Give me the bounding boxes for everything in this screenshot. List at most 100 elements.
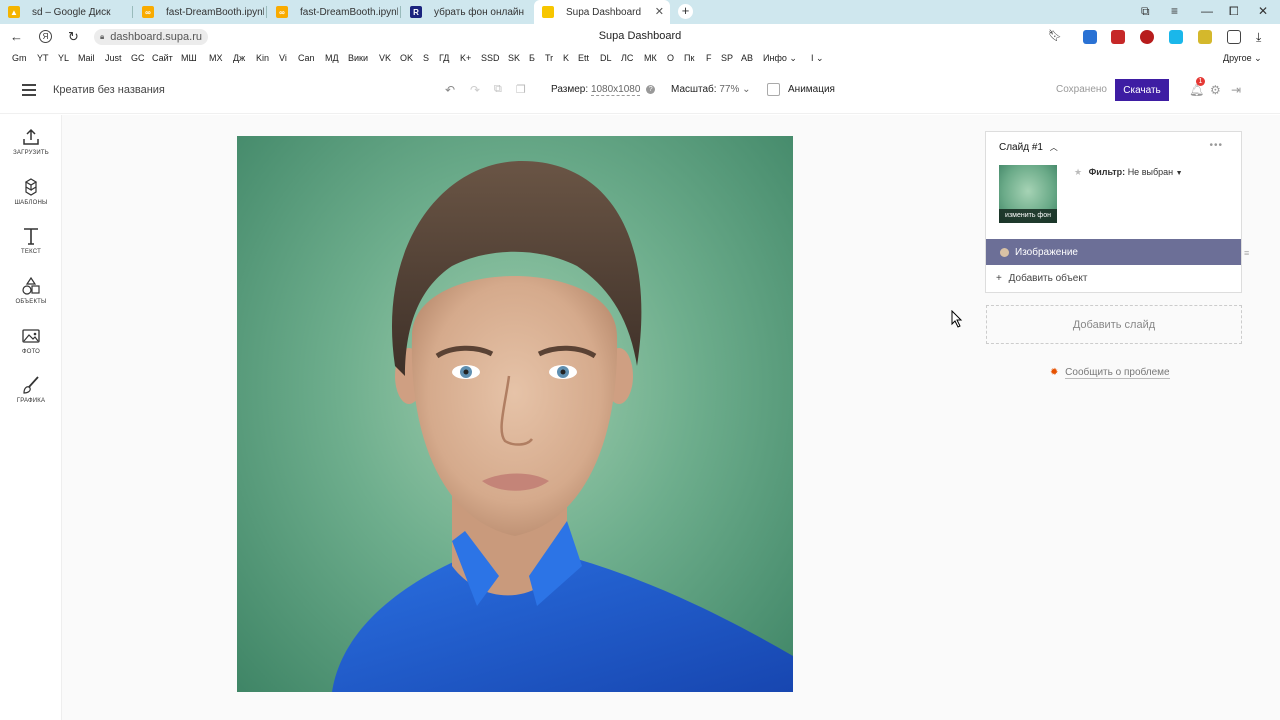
- minimize-icon[interactable]: —: [1201, 4, 1213, 18]
- bookmark-item[interactable]: S: [423, 53, 429, 63]
- bookmark-item[interactable]: Дж: [233, 53, 245, 63]
- add-object-button[interactable]: + Добавить объект: [996, 273, 1087, 284]
- browser-tab-google-drive[interactable]: ▲ sd – Google Диск: [0, 0, 132, 24]
- hamburger-menu-icon[interactable]: [22, 84, 36, 96]
- chevron-up-icon[interactable]: ︿: [1050, 143, 1058, 152]
- bookmark-item[interactable]: YL: [58, 53, 69, 63]
- bookmark-item[interactable]: Just: [105, 53, 122, 63]
- layer-row-image[interactable]: Изображение: [986, 239, 1241, 265]
- bookmark-item[interactable]: Kin: [256, 53, 269, 63]
- bookmark-item[interactable]: МК: [644, 53, 657, 63]
- window-close-icon[interactable]: ✕: [1258, 4, 1268, 18]
- more-options-icon[interactable]: •••: [1209, 140, 1223, 151]
- bookmark-item[interactable]: Tr: [545, 53, 553, 63]
- bookmark-item[interactable]: Vi: [279, 53, 287, 63]
- google-drive-icon: ▲: [8, 6, 20, 18]
- sidebar-item-text[interactable]: ТЕКСТ: [0, 226, 62, 255]
- back-arrow-icon[interactable]: ←: [10, 29, 23, 44]
- yandex-icon[interactable]: Я: [39, 30, 52, 43]
- bookmark-item[interactable]: YT: [37, 53, 49, 63]
- canvas-artboard[interactable]: [237, 136, 793, 692]
- bookmark-item[interactable]: SP: [721, 53, 733, 63]
- tools-sidebar: ЗАГРУЗИТЬ ШАБЛОНЫ ТЕКСТ ОБЪЕКТЫ ФОТО ГРА…: [0, 115, 62, 720]
- bookmark-item[interactable]: DL: [600, 53, 612, 63]
- bookmark-item[interactable]: GC: [131, 53, 145, 63]
- bookmark-item[interactable]: ЛС: [621, 53, 633, 63]
- downloads-icon[interactable]: ⤓: [1256, 30, 1270, 44]
- collections-icon[interactable]: ⧉: [1141, 4, 1150, 19]
- filter-select[interactable]: ★ Фильтр: Не выбран ▼: [1074, 167, 1183, 178]
- extensions-icon[interactable]: [1227, 30, 1241, 44]
- ublock-icon[interactable]: [1140, 30, 1154, 44]
- redo-icon[interactable]: ↷: [470, 83, 480, 97]
- animation-checkbox[interactable]: [767, 83, 780, 96]
- bookmark-item[interactable]: Инфо ⌄: [763, 53, 797, 64]
- reload-icon[interactable]: ↻: [68, 29, 79, 45]
- bookmark-item[interactable]: K: [563, 53, 569, 63]
- browser-tab-colab-2[interactable]: ∞ fast-DreamBooth.ipynb - C: [268, 0, 398, 24]
- extension-icon[interactable]: [1083, 30, 1097, 44]
- extension-icon[interactable]: [1111, 30, 1125, 44]
- bookmark-item[interactable]: Пк: [684, 53, 694, 63]
- bookmark-item[interactable]: Gm: [12, 53, 27, 63]
- canvas-size[interactable]: Размер: 1080x1080 ?: [551, 84, 656, 96]
- bookmark-item[interactable]: Mail: [78, 53, 95, 63]
- browser-tab-supa[interactable]: Supa Dashboard ✕: [534, 0, 670, 24]
- sidebar-item-photo[interactable]: ФОТО: [0, 326, 62, 355]
- undo-icon[interactable]: ↶: [445, 83, 455, 97]
- bookmark-item[interactable]: F: [706, 53, 712, 63]
- url-field[interactable]: 🔒︎ dashboard.supa.ru: [94, 29, 208, 45]
- tab-label: fast-DreamBooth.ipynb - C: [166, 6, 264, 18]
- bookmark-item[interactable]: SK: [508, 53, 520, 63]
- change-background-button[interactable]: изменить фон: [999, 209, 1057, 223]
- slide-thumbnail[interactable]: изменить фон: [999, 165, 1057, 223]
- bookmark-item[interactable]: ГД: [439, 53, 449, 63]
- paste-icon[interactable]: ❐: [516, 83, 526, 96]
- vimeo-icon[interactable]: [1169, 30, 1183, 44]
- bookmark-item[interactable]: МШ: [181, 53, 197, 63]
- bookmark-item[interactable]: OK: [400, 53, 413, 63]
- bookmark-item[interactable]: K+: [460, 53, 471, 63]
- bookmark-item[interactable]: Ett: [578, 53, 589, 63]
- browser-tab-colab-1[interactable]: ∞ fast-DreamBooth.ipynb - C: [134, 0, 264, 24]
- gear-icon[interactable]: ⚙: [1210, 83, 1221, 97]
- sidebar-item-objects[interactable]: ОБЪЕКТЫ: [0, 276, 62, 305]
- other-bookmarks[interactable]: Другое ⌄: [1223, 53, 1262, 64]
- logout-icon[interactable]: ⇥: [1231, 83, 1241, 97]
- bookmark-item[interactable]: I ⌄: [811, 53, 824, 64]
- sidebar-item-upload[interactable]: ЗАГРУЗИТЬ: [0, 127, 62, 156]
- bookmark-item[interactable]: Б: [529, 53, 535, 63]
- scale-control[interactable]: Масштаб: 77% ⌄: [671, 84, 751, 95]
- bookmark-icon[interactable]: 🔖︎: [1048, 29, 1062, 42]
- close-icon[interactable]: ✕: [655, 5, 664, 18]
- extension-icon[interactable]: [1198, 30, 1212, 44]
- bookmark-item[interactable]: АВ: [741, 53, 753, 63]
- bookmark-item[interactable]: МД: [325, 53, 339, 63]
- download-button[interactable]: Скачать: [1115, 79, 1169, 101]
- add-slide-button[interactable]: Добавить слайд: [986, 305, 1242, 344]
- sidebar-item-graphics[interactable]: ГРАФИКА: [0, 375, 62, 404]
- bookmark-item[interactable]: МХ: [209, 53, 223, 63]
- sidebar-item-templates[interactable]: ШАБЛОНЫ: [0, 177, 62, 206]
- project-title[interactable]: Креатив без названия: [53, 84, 165, 96]
- portrait-photo[interactable]: [237, 136, 793, 692]
- bookmark-item[interactable]: Вики: [348, 53, 368, 63]
- star-icon: ★: [1074, 167, 1083, 177]
- bookmark-item[interactable]: VK: [379, 53, 391, 63]
- browser-tab-remove-bg[interactable]: R убрать фон онлайн: [402, 0, 532, 24]
- tab-label: убрать фон онлайн: [434, 6, 524, 18]
- report-problem-link[interactable]: ✹ Сообщить о проблеме: [1050, 367, 1170, 379]
- copy-icon[interactable]: ⧉: [494, 83, 502, 96]
- bookmark-item[interactable]: SSD: [481, 53, 500, 63]
- scale-value[interactable]: 77% ⌄: [719, 84, 750, 95]
- restore-icon[interactable]: ⧠: [1229, 4, 1239, 19]
- slide-title[interactable]: Слайд #1 ︿: [999, 142, 1058, 153]
- menu-icon[interactable]: ≡: [1171, 4, 1178, 18]
- new-tab-button[interactable]: +: [678, 4, 693, 19]
- bookmark-item[interactable]: Can: [298, 53, 315, 63]
- size-value[interactable]: 1080x1080: [590, 84, 641, 96]
- help-icon[interactable]: ?: [646, 85, 656, 94]
- bookmark-item[interactable]: О: [667, 53, 674, 63]
- drag-handle-icon[interactable]: ≡: [1244, 248, 1249, 258]
- bookmark-item[interactable]: Сайт: [152, 53, 173, 63]
